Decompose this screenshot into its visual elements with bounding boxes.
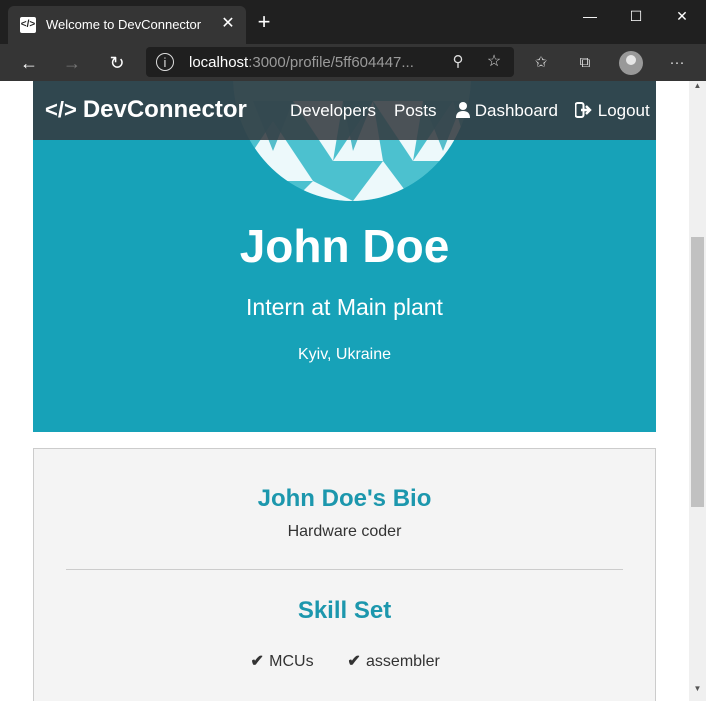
site-info-icon[interactable]: i <box>156 53 174 71</box>
skills-heading: Skill Set <box>297 597 392 624</box>
close-window-icon[interactable]: ✕ <box>659 0 705 32</box>
favorites-icon[interactable]: ✩ <box>528 51 554 75</box>
skill-item: ✔ MCUs <box>250 653 314 670</box>
close-tab-icon[interactable]: ✕ <box>218 14 238 34</box>
sign-out-icon <box>574 101 598 120</box>
key-icon[interactable]: ⚲ <box>448 52 468 72</box>
profile-status: Intern at Main plant <box>246 294 443 320</box>
profile-name: John Doe <box>239 220 450 272</box>
favorite-star-icon[interactable]: ☆ <box>484 52 504 72</box>
code-icon: </> <box>45 97 77 122</box>
bio-text: Hardware coder <box>287 523 402 540</box>
nav-dashboard[interactable]: Dashboard <box>456 101 558 121</box>
reload-icon[interactable]: ↻ <box>103 50 131 76</box>
site-navbar: </> DevConnector Developers Posts Dashboa… <box>33 81 656 140</box>
skills-list: ✔ MCUs ✔ assembler <box>34 651 655 671</box>
divider <box>66 569 623 570</box>
browser-window: </> Welcome to DevConnector ✕ + — ☐ ✕ ← … <box>0 0 706 701</box>
url-text[interactable]: localhost:3000/profile/5ff604447... <box>189 54 414 71</box>
scroll-up-icon[interactable]: ▲ <box>692 81 703 93</box>
new-tab-icon[interactable]: + <box>252 10 276 34</box>
check-icon: ✔ <box>250 653 264 670</box>
nav-logout[interactable]: Logout <box>574 101 650 121</box>
collections-icon[interactable]: ⧉ <box>572 51 598 75</box>
scrollbar-thumb[interactable] <box>691 237 704 507</box>
minimize-icon[interactable]: — <box>567 0 613 32</box>
bio-heading: John Doe's Bio <box>257 485 432 512</box>
profile-location: Kyiv, Ukraine <box>297 346 392 363</box>
nav-developers[interactable]: Developers <box>290 101 376 121</box>
forward-icon[interactable]: → <box>58 50 86 76</box>
check-icon: ✔ <box>347 653 361 670</box>
user-icon <box>456 101 475 120</box>
tab-bar: </> Welcome to DevConnector ✕ + — ☐ ✕ <box>0 0 706 44</box>
devconnector-favicon-icon: </> <box>20 17 36 33</box>
back-icon[interactable]: ← <box>15 50 43 76</box>
profile-about: John Doe's Bio Hardware coder Skill Set … <box>33 448 656 701</box>
page-viewport: John Doe Intern at Main plant Kyiv, Ukra… <box>0 81 689 701</box>
nav-posts[interactable]: Posts <box>394 101 437 121</box>
tab-title: Welcome to DevConnector <box>46 17 202 32</box>
maximize-icon[interactable]: ☐ <box>613 0 659 32</box>
brand-link[interactable]: </> DevConnector <box>45 96 247 124</box>
skill-item: ✔ assembler <box>347 653 440 670</box>
more-menu-icon[interactable]: ··· <box>664 51 690 75</box>
address-toolbar: ← → ↻ i localhost:3000/profile/5ff604447… <box>0 44 706 81</box>
scroll-down-icon[interactable]: ▼ <box>692 684 703 696</box>
profile-avatar-icon[interactable] <box>619 51 643 75</box>
vertical-scrollbar[interactable]: ▲ ▼ <box>689 81 706 701</box>
address-bar[interactable]: i localhost:3000/profile/5ff604447... ⚲ … <box>146 47 514 77</box>
browser-tab[interactable]: </> Welcome to DevConnector ✕ <box>8 6 246 44</box>
